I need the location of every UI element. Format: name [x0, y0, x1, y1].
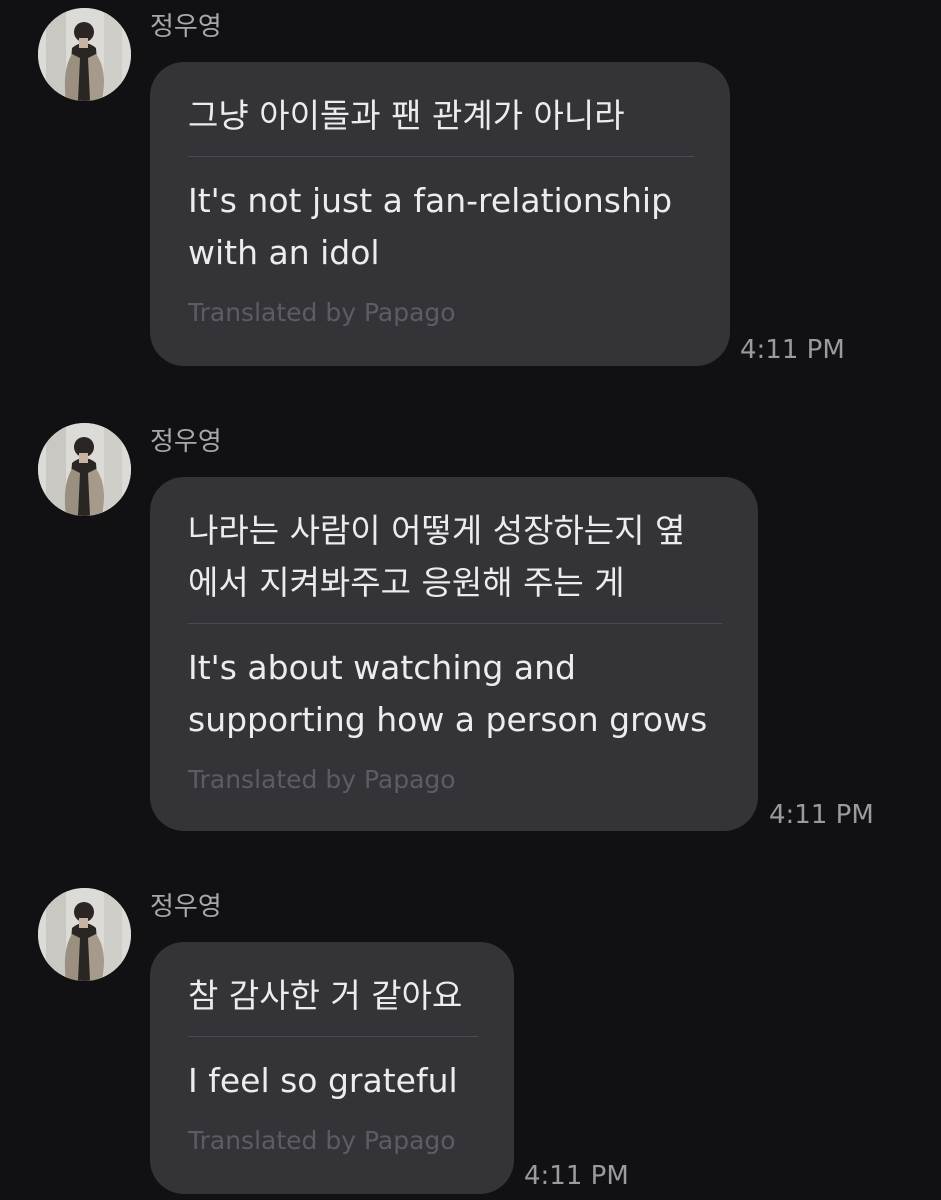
divider: [188, 1036, 478, 1037]
original-text: 나라는 사람이 어떻게 성장하는지 옆 에서 지켜봐주고 응원해 주는 게: [188, 511, 686, 602]
translated-text: It's about watching and supporting how a…: [188, 648, 708, 739]
message-timestamp: 4:11 PM: [524, 1161, 629, 1191]
message-timestamp: 4:11 PM: [740, 335, 845, 365]
profile-photo-icon: [38, 423, 131, 516]
divider: [188, 156, 694, 157]
translation-credit: Translated by Papago: [188, 1126, 456, 1155]
translation-credit: Translated by Papago: [188, 298, 456, 327]
sender-name: 정우영: [150, 892, 222, 922]
original-text: 참 감사한 거 같아요: [188, 976, 463, 1015]
message-bubble[interactable]: 참 감사한 거 같아요 I feel so grateful Translate…: [150, 942, 514, 1194]
translated-text: I feel so grateful: [188, 1061, 458, 1100]
sender-name: 정우영: [150, 12, 222, 42]
message-bubble[interactable]: 그냥 아이돌과 팬 관계가 아니라 It's not just a fan-re…: [150, 62, 730, 366]
profile-photo-icon: [38, 888, 131, 981]
translated-text: It's not just a fan-relationship with an…: [188, 181, 673, 272]
original-text: 그냥 아이돌과 팬 관계가 아니라: [188, 96, 625, 135]
avatar[interactable]: [38, 888, 131, 981]
avatar[interactable]: [38, 8, 131, 101]
profile-photo-icon: [38, 8, 131, 101]
translation-credit: Translated by Papago: [188, 765, 456, 794]
sender-name: 정우영: [150, 427, 222, 457]
divider: [188, 623, 722, 624]
message-bubble[interactable]: 나라는 사람이 어떻게 성장하는지 옆 에서 지켜봐주고 응원해 주는 게 It…: [150, 477, 758, 831]
message-timestamp: 4:11 PM: [769, 800, 874, 830]
avatar[interactable]: [38, 423, 131, 516]
